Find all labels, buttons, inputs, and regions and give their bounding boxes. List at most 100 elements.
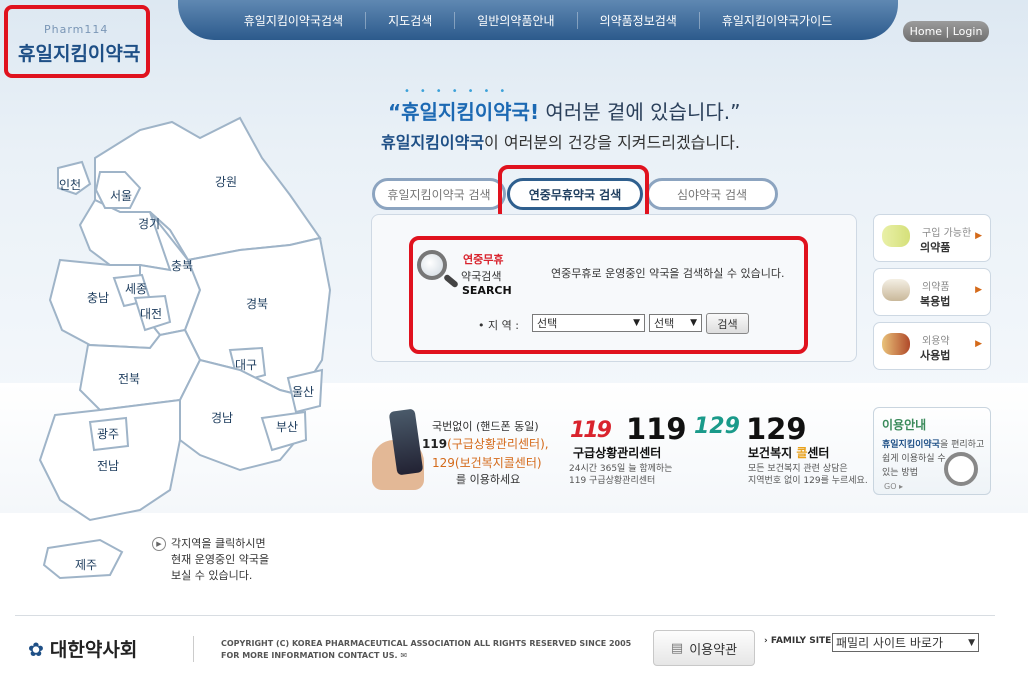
map-label-gyeongbuk[interactable]: 경북 — [246, 295, 268, 312]
terms-label: 이용약관 — [689, 642, 738, 658]
medicine-icon — [882, 333, 910, 355]
nav-pharmacy-guide[interactable]: 휴일지킴이약국가이드 — [700, 12, 854, 29]
map-label-jeonbuk[interactable]: 전북 — [118, 370, 140, 387]
terms-button[interactable]: ▤ 이용약관 — [653, 630, 755, 666]
nav-drug-info-search[interactable]: 의약품정보검색 — [578, 11, 700, 29]
arrow-right-icon: ▶ — [975, 285, 982, 295]
map-label-daejeon[interactable]: 대전 — [140, 305, 162, 322]
site-logo[interactable]: Pharm114 휴일지킴이약국 — [4, 5, 150, 78]
map-label-seoul[interactable]: 서울 — [110, 187, 132, 204]
desc-119-line2: 119 구급상황관리센터 — [569, 476, 656, 486]
phone-info-119-desc: (구급상황관리센터), — [447, 437, 549, 451]
phone-info-line2: 119(구급상황관리센터), — [422, 435, 549, 452]
phone-info-119: 119 — [422, 437, 448, 451]
tab-holiday-search[interactable]: 휴일지킴이약국 검색 — [372, 178, 506, 210]
nav-otc-guide[interactable]: 일반의약품안내 — [455, 11, 578, 29]
mail-icon[interactable]: ✉ — [400, 651, 407, 660]
footer-divider — [15, 615, 995, 616]
usage-guide-line3: 있는 방법 — [882, 468, 918, 478]
arrow-right-icon: ▶ — [975, 339, 982, 349]
side-menu-line2: 의약품 — [920, 241, 951, 254]
document-icon: ▤ — [670, 640, 684, 656]
slogan2-rest: 이 여러분의 건강을 지켜드리겠습니다. — [484, 133, 740, 152]
map-label-gwangju[interactable]: 광주 — [97, 425, 119, 442]
side-menu-line1: 외용약 — [922, 336, 950, 347]
phone-info-line4: 를 이용하세요 — [456, 473, 521, 486]
slogan-rest: 여러분 곁에 있습니다.” — [539, 100, 741, 124]
footer-copyright: COPYRIGHT (C) KOREA PHARMACEUTICAL ASSOC… — [221, 639, 632, 648]
region-select-primary[interactable]: 선택 ▼ — [532, 314, 645, 332]
map-label-incheon[interactable]: 인천 — [59, 176, 81, 193]
logo-title: 휴일지킴이약국 — [18, 43, 141, 65]
side-menu-line2: 사용법 — [920, 349, 951, 362]
search-description: 연중무휴로 운영중인 약국을 검색하실 수 있습니다. — [551, 267, 785, 280]
side-menu-line1: 구입 가능한 — [922, 228, 972, 239]
pill-icon — [882, 225, 910, 247]
region-select-primary-value: 선택 — [537, 317, 558, 330]
logo-119: 119 — [570, 418, 612, 443]
phone-info-line3: 129(보건복지콜센터) — [432, 456, 542, 470]
phone-info-line1: 국번없이 (핸드폰 동일) — [432, 420, 539, 433]
map-label-busan[interactable]: 부산 — [276, 418, 298, 435]
family-site-select[interactable]: 패밀리 사이트 바로가 ▼ — [832, 633, 979, 652]
korea-map — [38, 116, 332, 580]
footer-separator — [193, 636, 194, 662]
logo-129: 129 — [694, 414, 740, 439]
top-navigation: 휴일지킴이약국검색 지도검색 일반의약품안내 의약품정보검색 휴일지킴이약국가이… — [178, 0, 898, 40]
map-instruction: 각지역을 클릭하시면 현재 운영중인 약국을 보실 수 있습니다. — [171, 536, 269, 584]
side-menu-line1: 의약품 — [922, 282, 950, 293]
magnifier-icon — [417, 250, 447, 280]
map-label-ulsan[interactable]: 울산 — [292, 383, 314, 400]
side-menu-dosage[interactable]: 의약품 복용법 ▶ — [873, 268, 991, 316]
map-label-chungbuk[interactable]: 충북 — [171, 257, 193, 274]
map-label-jeju[interactable]: 제주 — [75, 556, 97, 573]
map-label-sejong[interactable]: 세종 — [125, 280, 147, 297]
map-label-gangwon[interactable]: 강원 — [215, 173, 237, 190]
map-instruction-line2: 현재 운영중인 약국을 — [171, 553, 270, 566]
region-select-secondary[interactable]: 선택 ▼ — [649, 314, 702, 332]
map-label-daegu[interactable]: 대구 — [235, 356, 257, 373]
desc-129-line2: 지역번호 없이 129를 누르세요. — [748, 476, 868, 486]
title-129-c: 센터 — [807, 446, 830, 460]
title-129-b: 콜 — [796, 446, 808, 460]
logo-subtitle: Pharm114 — [44, 23, 109, 36]
side-menu-line2: 복용법 — [920, 295, 951, 308]
nav-holiday-pharmacy-search[interactable]: 휴일지킴이약국검색 — [222, 11, 367, 29]
flower-icon: ✿ — [28, 639, 44, 661]
search-button[interactable]: 검색 — [706, 313, 749, 334]
title-129-a: 보건복지 — [748, 446, 797, 460]
mortar-icon — [882, 279, 910, 301]
footer-org-name: 대한약사회 — [49, 639, 138, 661]
usage-guide-line1-rest: 을 편리하고 — [939, 440, 985, 450]
map-label-chungnam[interactable]: 충남 — [87, 289, 109, 306]
usage-guide-title: 이용안내 — [882, 418, 927, 432]
title-119: 구급상황관리센터 — [573, 446, 662, 460]
usage-guide-card[interactable]: 이용안내 휴일지킴이약국을 편리하고 쉽게 이용하실 수 있는 방법 GO ▸ — [873, 407, 991, 495]
tab-yearround-search[interactable]: 연중무휴약국 검색 — [507, 178, 643, 210]
usage-guide-line2: 쉽게 이용하실 수 — [882, 454, 946, 464]
usage-guide-line1: 휴일지킴이약국을 편리하고 — [882, 437, 984, 450]
map-label-jeonnam[interactable]: 전남 — [97, 457, 119, 474]
chevron-down-icon: ▼ — [968, 637, 975, 648]
map-instruction-line3: 보실 수 있습니다. — [171, 569, 253, 582]
footer-contact: FOR MORE INFORMATION CONTACT US. ✉ — [221, 651, 407, 660]
map-label-gyeongnam[interactable]: 경남 — [211, 409, 233, 426]
family-site-select-value: 패밀리 사이트 바로가 — [836, 636, 943, 650]
region-select-secondary-value: 선택 — [654, 317, 675, 330]
map-instruction-line1: 각지역을 클릭하시면 — [171, 537, 266, 550]
search-label-search: SEARCH — [462, 284, 512, 297]
home-login-button[interactable]: Home | Login — [903, 21, 989, 42]
side-menu-purchasable-drugs[interactable]: 구입 가능한 의약품 ▶ — [873, 214, 991, 262]
tab-late-night-search[interactable]: 심야약국 검색 — [646, 178, 778, 210]
nav-map-search[interactable]: 지도검색 — [366, 11, 456, 29]
map-label-gyeonggi[interactable]: 경기 — [138, 215, 160, 232]
region-label: • 지 역 : — [478, 319, 519, 332]
magnifier-icon — [944, 452, 978, 486]
slogan-emphasis: “휴일지킴이약국 — [388, 100, 530, 124]
side-menu-external-use[interactable]: 외용약 사용법 ▶ — [873, 322, 991, 370]
search-label-pharmacy: 약국검색 — [461, 270, 502, 283]
number-119: 119 — [626, 412, 687, 446]
play-icon: ▶ — [152, 537, 166, 551]
search-label-yearround: 연중무휴 — [463, 253, 504, 266]
title-129: 보건복지 콜센터 — [748, 444, 829, 461]
